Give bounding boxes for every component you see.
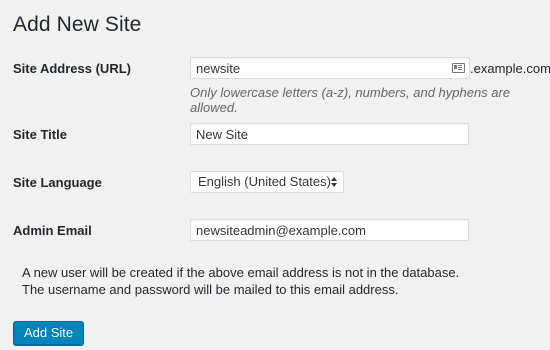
note-line: A new user will be created if the above … — [22, 265, 460, 280]
site-language-selected-value: English (United States) — [198, 174, 331, 189]
site-address-label: Site Address (URL) — [13, 61, 131, 76]
add-new-site-page: Add New Site Site Address (URL) .example… — [0, 0, 550, 350]
site-language-label: Site Language — [13, 175, 102, 190]
site-language-select[interactable]: English (United States) — [190, 171, 344, 193]
site-address-hint: Only lowercase letters (a-z), numbers, a… — [190, 85, 511, 115]
site-title-label: Site Title — [13, 127, 67, 142]
admin-email-label: Admin Email — [13, 223, 92, 238]
select-updown-arrows-icon — [331, 176, 338, 188]
add-site-button[interactable]: Add Site — [13, 321, 85, 345]
new-user-note: A new user will be created if the above … — [22, 264, 459, 298]
contact-card-icon[interactable] — [452, 63, 465, 73]
site-address-input[interactable] — [190, 57, 470, 79]
site-address-domain-suffix: .example.com — [470, 61, 550, 76]
page-title: Add New Site — [13, 13, 142, 36]
note-line: The username and password will be mailed… — [22, 282, 399, 297]
admin-email-input[interactable] — [190, 219, 469, 241]
site-title-input[interactable] — [190, 123, 469, 145]
